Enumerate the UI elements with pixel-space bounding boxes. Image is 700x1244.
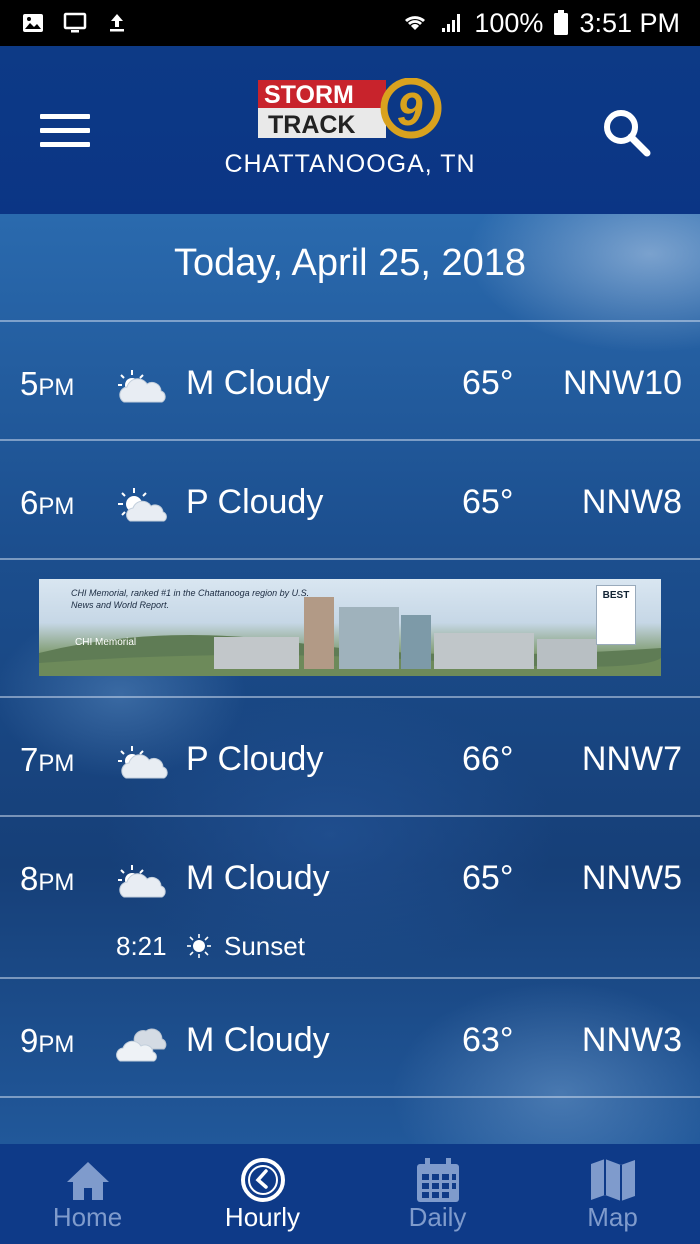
ad-badge: BEST bbox=[596, 585, 636, 645]
forecast-row[interactable]: 7PM P Cloudy 66° NNW7 bbox=[0, 698, 700, 816]
hourly-forecast-list[interactable]: Today, April 25, 2018 5PM M Cloudy 65° N… bbox=[0, 214, 700, 1144]
calendar-icon bbox=[416, 1158, 459, 1202]
wind: NNW3 bbox=[581, 1021, 682, 1059]
nav-daily[interactable]: Daily bbox=[350, 1144, 525, 1244]
upload-icon bbox=[110, 14, 124, 32]
svg-text:STORM: STORM bbox=[264, 81, 354, 109]
clock-time: 3:51 PM bbox=[579, 7, 680, 38]
mostly-cloudy-day-icon bbox=[118, 370, 166, 403]
storm-track-9-logo: STORM TRACK 9 bbox=[258, 78, 442, 139]
nav-map-label: Map bbox=[587, 1202, 638, 1232]
screen-cast-icon bbox=[63, 12, 87, 33]
nav-hourly-label: Hourly bbox=[224, 1202, 301, 1232]
hour-label: 7PM bbox=[20, 741, 75, 778]
nav-daily-label: Daily bbox=[408, 1202, 467, 1232]
temperature: 63° bbox=[462, 1021, 514, 1059]
hour-label: 6PM bbox=[20, 484, 75, 521]
wind: NNW7 bbox=[581, 740, 682, 778]
ad-caption: CHI Memorial, ranked #1 in the Chattanoo… bbox=[71, 588, 310, 610]
mostly-cloudy-night-icon bbox=[116, 1028, 167, 1062]
ad-brand: CHI Memorial bbox=[75, 637, 137, 648]
condition-label: P Cloudy bbox=[186, 740, 324, 778]
condition-label: M Cloudy bbox=[186, 364, 330, 402]
svg-text:9: 9 bbox=[397, 83, 423, 135]
battery-percent: 100% bbox=[474, 7, 544, 38]
forecast-row[interactable]: 6PM P Cloudy 65° NNW8 bbox=[0, 441, 700, 559]
status-bar: 100% 3:51 PM bbox=[0, 0, 700, 46]
wind: NNW10 bbox=[562, 364, 682, 402]
ad-banner[interactable]: CHI Memorial, ranked #1 in the Chattanoo… bbox=[39, 579, 661, 676]
nav-home-label: Home bbox=[52, 1202, 123, 1232]
hamburger-menu-icon[interactable] bbox=[40, 114, 90, 150]
signal-icon bbox=[442, 14, 461, 32]
condition-label: P Cloudy bbox=[186, 483, 324, 521]
temperature: 65° bbox=[462, 364, 514, 402]
home-icon bbox=[66, 1162, 109, 1200]
partly-cloudy-day-icon bbox=[118, 746, 168, 779]
app-header: STORM TRACK 9 CHATTANOOGA, TN bbox=[0, 46, 700, 214]
image-icon bbox=[23, 14, 43, 32]
forecast-row[interactable]: 8PM M Cloudy 65° NNW5 8:21 Sunset bbox=[0, 817, 700, 977]
temperature: 66° bbox=[462, 740, 514, 778]
bottom-nav: Home Hourly Daily Map bbox=[0, 1144, 700, 1244]
hour-label: 5PM bbox=[20, 365, 75, 402]
search-icon[interactable] bbox=[600, 106, 652, 158]
forecast-row[interactable]: 9PM M Cloudy 63° NNW3 bbox=[0, 979, 700, 1097]
hour-label: 8PM bbox=[20, 860, 75, 897]
nav-hourly[interactable]: Hourly bbox=[175, 1144, 350, 1244]
date-heading: Today, April 25, 2018 bbox=[173, 242, 527, 284]
divider bbox=[0, 558, 700, 560]
nav-map[interactable]: Map bbox=[525, 1144, 700, 1244]
sunset-time: 8:21 bbox=[116, 931, 167, 961]
mostly-cloudy-day-icon bbox=[118, 865, 166, 898]
partly-cloudy-day-icon bbox=[118, 488, 167, 522]
wind: NNW5 bbox=[581, 859, 682, 897]
wind: NNW8 bbox=[581, 483, 682, 521]
sun-icon bbox=[187, 934, 211, 958]
condition-label: M Cloudy bbox=[186, 1021, 330, 1059]
battery-icon bbox=[554, 10, 569, 35]
temperature: 65° bbox=[462, 859, 514, 897]
condition-label: M Cloudy bbox=[186, 859, 330, 897]
nav-home[interactable]: Home bbox=[0, 1144, 175, 1244]
wifi-icon bbox=[405, 16, 426, 30]
clock-icon bbox=[240, 1158, 285, 1202]
forecast-row-partial[interactable] bbox=[0, 1098, 700, 1144]
hour-label: 9PM bbox=[20, 1022, 75, 1059]
svg-text:TRACK: TRACK bbox=[268, 111, 356, 139]
temperature: 65° bbox=[462, 483, 514, 521]
forecast-row[interactable]: 5PM M Cloudy 65° NNW10 bbox=[0, 322, 700, 440]
map-icon bbox=[590, 1159, 635, 1201]
location-label[interactable]: CHATTANOOGA, TN bbox=[0, 150, 700, 179]
sunset-label: Sunset bbox=[224, 931, 305, 961]
